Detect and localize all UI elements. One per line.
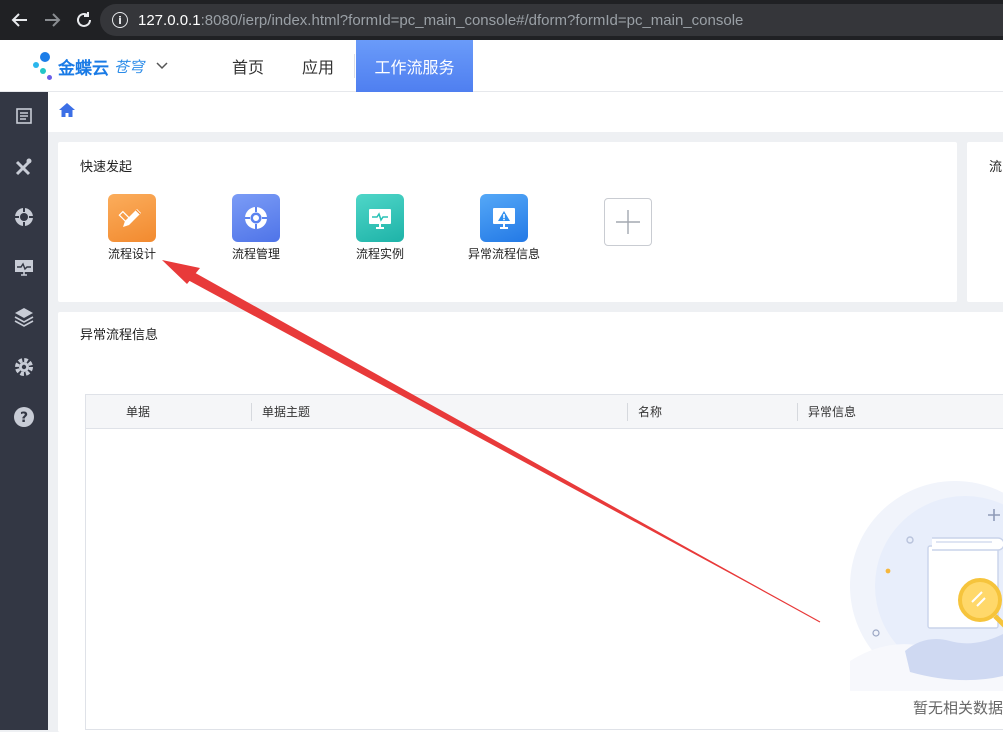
- url-host: 127.0.0.1: [138, 11, 201, 29]
- app-header: 金蝶云 苍穹 首页 应用 工作流服务: [0, 40, 1003, 92]
- column-divider[interactable]: [251, 403, 252, 421]
- column-divider[interactable]: [797, 403, 798, 421]
- tools-icon[interactable]: [12, 155, 36, 179]
- quick-item-process-instance[interactable]: 流程实例: [332, 194, 428, 262]
- warning-monitor-icon: [480, 194, 528, 242]
- column-header-document-subject[interactable]: 单据主题: [262, 395, 310, 429]
- logo-mark-icon: [30, 50, 56, 82]
- help-icon[interactable]: ?: [12, 405, 36, 429]
- quick-start-card: 快速发起 流程设计 流程管理 流程实例 异常流程信息: [58, 142, 957, 302]
- url-path: :8080/ierp/index.html?formId=pc_main_con…: [200, 11, 744, 29]
- empty-state-text: 暂无相关数据: [913, 699, 1003, 717]
- tab-home[interactable]: 首页: [216, 40, 280, 92]
- exception-title: 异常流程信息: [80, 328, 159, 343]
- target-icon: [232, 194, 280, 242]
- column-divider[interactable]: [627, 403, 628, 421]
- empty-state-illustration: [850, 481, 1003, 691]
- target-icon[interactable]: [12, 205, 36, 229]
- arrow-right-icon: [45, 13, 61, 27]
- monitor-icon[interactable]: [12, 255, 36, 279]
- logo[interactable]: 金蝶云 苍穹: [30, 48, 168, 84]
- quick-item-exception-info[interactable]: 异常流程信息: [456, 194, 552, 262]
- logo-text: 金蝶云: [58, 58, 109, 79]
- quick-start-title: 快速发起: [80, 160, 133, 175]
- column-header-name[interactable]: 名称: [638, 395, 662, 429]
- chevron-down-icon[interactable]: [156, 59, 168, 74]
- right-card: 流: [967, 142, 1003, 302]
- logo-subtext: 苍穹: [114, 57, 145, 76]
- right-card-title: 流: [989, 160, 1003, 175]
- column-header-exception-info[interactable]: 异常信息: [808, 395, 856, 429]
- forward-button[interactable]: [36, 0, 68, 40]
- reload-icon: [77, 12, 91, 27]
- table-header: 单据 单据主题 名称 异常信息: [86, 395, 1003, 429]
- reload-button[interactable]: [68, 0, 100, 40]
- home-icon[interactable]: [58, 102, 76, 122]
- monitor-icon: [356, 194, 404, 242]
- info-icon[interactable]: i: [112, 12, 128, 28]
- svg-text:?: ?: [20, 410, 28, 426]
- arrow-left-icon: [11, 13, 27, 27]
- sidebar: ?: [0, 92, 48, 730]
- gear-icon[interactable]: [12, 355, 36, 379]
- address-bar[interactable]: i 127.0.0.1:8080/ierp/index.html?formId=…: [100, 4, 1003, 36]
- quick-item-label: 流程设计: [107, 247, 156, 261]
- pencil-ruler-icon: [108, 194, 156, 242]
- quick-item-label: 流程实例: [355, 247, 404, 261]
- browser-toolbar: i 127.0.0.1:8080/ierp/index.html?formId=…: [0, 0, 1003, 40]
- column-header-document[interactable]: 单据: [126, 395, 150, 429]
- tab-apps[interactable]: 应用: [288, 40, 348, 92]
- back-button[interactable]: [4, 0, 36, 40]
- quick-item-label: 流程管理: [231, 247, 280, 261]
- plus-icon: [616, 210, 640, 234]
- layers-icon[interactable]: [12, 305, 36, 329]
- tab-divider: [354, 54, 355, 78]
- add-quick-item-button[interactable]: [604, 198, 652, 246]
- tab-workflow-service[interactable]: 工作流服务: [356, 40, 473, 92]
- quick-item-label: 异常流程信息: [467, 247, 540, 261]
- breadcrumb: [48, 92, 1003, 132]
- quick-item-process-management[interactable]: 流程管理: [208, 194, 304, 262]
- quick-item-process-design[interactable]: 流程设计: [84, 194, 180, 262]
- document-icon[interactable]: [12, 104, 36, 128]
